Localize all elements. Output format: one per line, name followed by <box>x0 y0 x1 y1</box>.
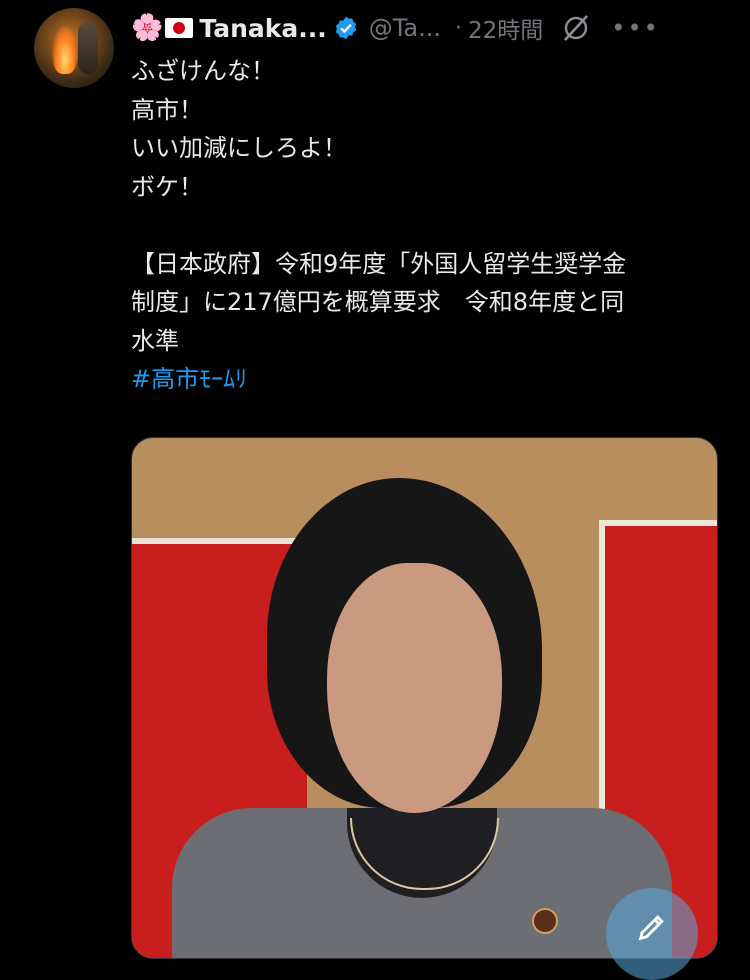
tweet-line <box>131 206 721 245</box>
avatar-flame-shape <box>52 26 78 74</box>
author-avatar[interactable] <box>34 8 114 88</box>
avatar-figure-shape <box>78 22 98 74</box>
more-icon[interactable]: ••• <box>611 14 659 42</box>
author-name[interactable]: Tanaka... <box>199 14 326 43</box>
person-face <box>327 563 502 813</box>
tweet-timestamp[interactable]: 22時間 <box>468 11 543 45</box>
verified-badge-icon <box>333 15 359 41</box>
tweet-line: 制度」に217億円を概算要求 令和8年度と同 <box>131 288 625 316</box>
grok-icon[interactable] <box>561 13 591 43</box>
tweet-header: 🌸 Tanaka... @Ta... · 22時間 ••• <box>131 8 730 48</box>
compose-button[interactable] <box>606 888 698 980</box>
hashtag-link[interactable]: #高市ﾓｰﾑﾘ <box>131 360 721 399</box>
cherry-blossom-emoji: 🌸 <box>131 13 164 43</box>
tweet-line: ボケ！ <box>131 172 203 201</box>
tweet-line: 水準 <box>131 326 179 355</box>
compose-icon <box>638 915 664 941</box>
author-handle[interactable]: @Ta... <box>369 14 441 42</box>
tweet-line: 高市！ <box>131 95 203 124</box>
lapel-pin <box>532 908 558 934</box>
japan-flag-icon <box>165 18 194 38</box>
tweet-photo[interactable] <box>131 437 718 959</box>
tweet-line: 【日本政府】令和9年度「外国人留学生奨学金 <box>131 249 627 278</box>
header-separator: · <box>455 15 463 41</box>
tweet-line: いい加減にしろよ！ <box>131 134 347 162</box>
tweet-line: ふざけんな！ <box>131 57 275 85</box>
tweet-body: ふざけんな！ 高市！ いい加減にしろよ！ ボケ！ 【日本政府】令和9年度「外国人… <box>131 52 721 399</box>
